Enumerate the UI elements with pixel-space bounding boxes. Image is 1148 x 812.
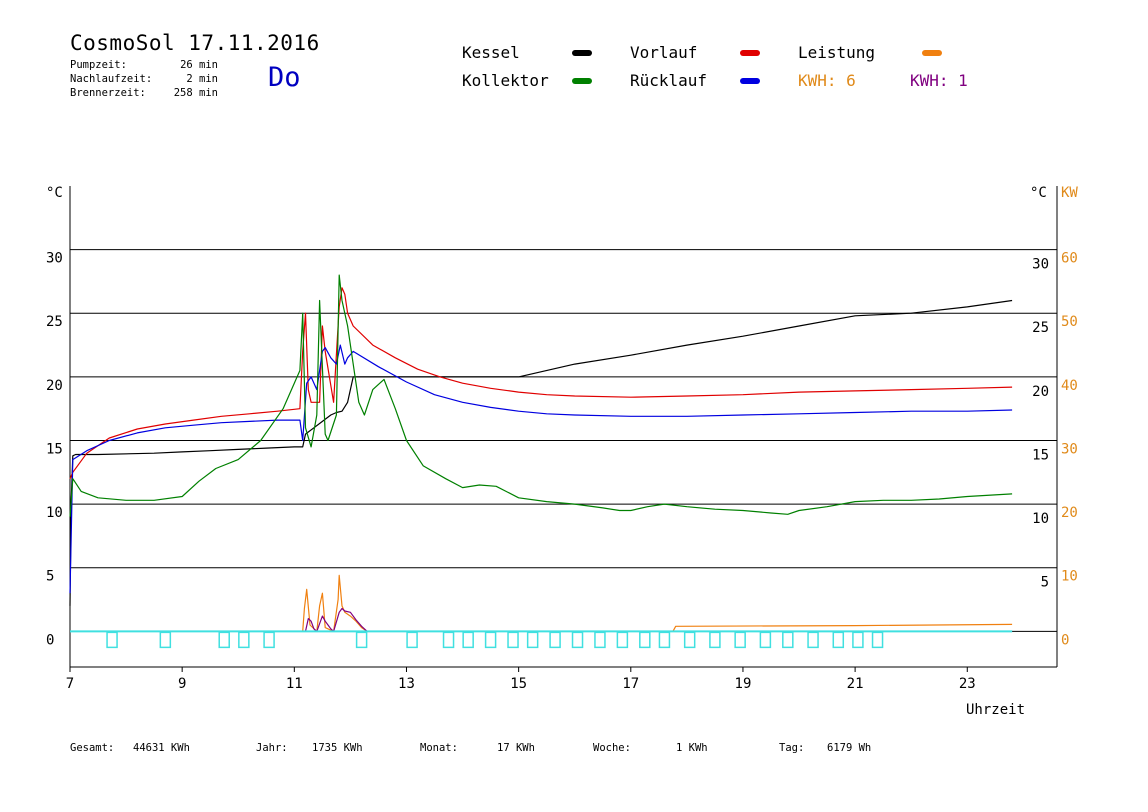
y-tick-label-kw: 40 [1061,378,1078,394]
y-tick-label-kw: 50 [1061,314,1078,330]
y-tick-label-left: 30 [46,251,63,267]
pump-mark [549,631,561,649]
pump-mark [709,631,721,649]
pump-mark [218,631,230,649]
y-axis-label-left: °C [46,185,63,201]
pump-mark [263,631,275,649]
temperature-chart: 7 9 11 13 15 17 19 21 23 0 5 10 15 20 25 30 5 10 15 20 25 30 0… [46,185,1078,718]
y-tick-label-kw: 30 [1061,441,1078,457]
pump-mark [782,631,794,649]
y-tick-label-kw: 10 [1061,569,1078,585]
y-tick-label-right: 15 [1032,447,1049,463]
footer-tag-value: 6179 Wh [827,742,872,754]
y-tick-label-kw: 0 [1061,632,1069,648]
footer-monat-label: Monat: [420,742,458,754]
x-tick-label: 13 [398,676,415,692]
pump-mark [871,631,884,649]
series-rcklauf [69,344,1013,594]
pump-mark [571,631,584,649]
x-tick-label: 11 [286,676,303,692]
y-axis-label-kw: KW [1061,185,1078,201]
pump-mark [852,631,864,649]
y-tick-label-right: 25 [1032,320,1049,336]
pump-mark [639,631,651,649]
pump-mark [484,631,497,649]
series-pumpe [70,607,1013,633]
footer-monat-value: 17 KWh [497,742,535,754]
pump-mark [734,631,746,649]
pump-mark [594,631,606,649]
x-axis-label: Uhrzeit [966,702,1025,718]
x-tick-label: 21 [847,676,864,692]
y-tick-label-left: 20 [46,378,63,394]
y-axis-label-right: °C [1030,185,1047,201]
footer-tag-label: Tag: [779,742,805,754]
pump-mark [507,631,519,649]
footer-totals: Gesamt: 44631 KWh Jahr: 1735 KWh Monat: … [0,742,1148,758]
pump-mark [159,631,172,649]
pump-mark [238,631,250,649]
y-tick-label-left: 0 [46,632,54,648]
pump-mark [355,631,368,649]
x-tick-label: 23 [959,676,976,692]
series-kessel [69,299,1013,606]
axis-layer [69,186,1058,672]
pump-mark [442,631,455,649]
footer-woche-label: Woche: [593,742,631,754]
pump-marks-layer [70,630,1013,649]
y-tick-label-left: 15 [46,441,63,457]
footer-woche-value: 1 KWh [676,742,708,754]
y-tick-label-right: 5 [1041,575,1049,591]
x-tick-label: 7 [66,676,74,692]
footer-gesamt-label: Gesamt: [70,742,115,754]
y-tick-label-right: 30 [1032,257,1049,273]
series-leistung [70,574,1013,633]
series-layer [69,274,1013,633]
y-tick-label-kw: 20 [1061,505,1078,521]
y-tick-label-right: 20 [1032,384,1049,400]
y-tick-label-right: 10 [1032,511,1049,527]
series-kollektor [69,274,1013,517]
y-tick-label-left: 5 [46,569,54,585]
footer-gesamt-value: 44631 KWh [133,742,190,754]
pump-mark [106,631,118,649]
pump-mark [406,631,418,649]
pump-mark [759,631,772,649]
pump-mark [526,631,539,649]
x-tick-label: 17 [622,676,639,692]
y-tick-label-left: 25 [46,314,63,330]
y-tick-label-kw: 60 [1061,251,1078,267]
pump-mark [807,631,819,649]
pump-mark [683,631,696,649]
footer-jahr-label: Jahr: [256,742,288,754]
footer-jahr-value: 1735 KWh [312,742,363,754]
y-tick-label-left: 10 [46,505,63,521]
pump-mark [462,631,474,649]
x-tick-label: 15 [510,676,527,692]
tick-labels-layer: 7 9 11 13 15 17 19 21 23 0 5 10 15 20 25 30 5 10 15 20 25 30 0… [46,251,1078,692]
x-tick-label: 9 [178,676,186,692]
grid-layer [70,249,1057,632]
pump-mark [658,631,671,649]
x-tick-label: 19 [735,676,752,692]
pump-mark [832,631,845,649]
pump-mark [616,631,629,649]
